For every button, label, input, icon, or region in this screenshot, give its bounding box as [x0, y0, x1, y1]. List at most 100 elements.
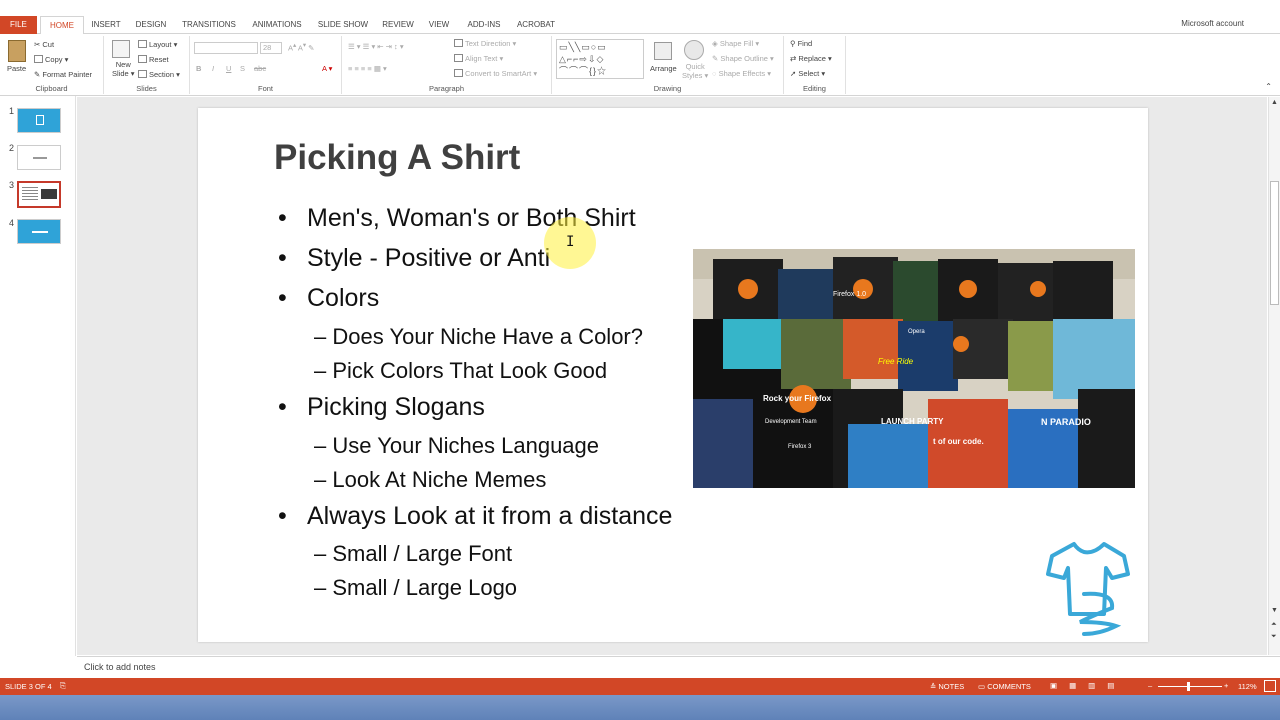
title-strip — [0, 0, 1280, 14]
format-painter-label: Format Painter — [42, 70, 92, 79]
spellcheck-icon[interactable]: ⎘ — [60, 681, 66, 691]
section-button[interactable]: Section ▾ — [138, 70, 180, 79]
layout-icon — [138, 40, 147, 48]
align-icons[interactable]: ≡ ≡ ≡ ≡ ▦ ▾ — [348, 64, 387, 73]
slide-thumbnail-pane: 1 2 3 4 — [0, 96, 76, 656]
font-name-box[interactable] — [194, 42, 258, 54]
sub-bullet-item[interactable]: – Look At Niche Memes — [314, 467, 546, 493]
thumb-photo — [41, 189, 57, 199]
grow-font-icon[interactable]: A▴ A▾ ✎ — [288, 42, 314, 53]
format-painter-button[interactable]: ✎ Format Painter — [34, 70, 92, 79]
zoom-in-icon[interactable]: + — [1224, 681, 1228, 690]
zoom-slider[interactable] — [1158, 686, 1222, 687]
scroll-down-icon[interactable]: ▼ — [1271, 607, 1278, 614]
arrange-button[interactable]: Arrange — [650, 64, 677, 73]
quick-styles-button[interactable]: Quick Styles ▾ — [682, 62, 708, 80]
view-buttons[interactable]: ▣▦▥▤ — [1050, 681, 1126, 690]
shape-outline-button[interactable]: ✎ Shape Outline ▾ — [712, 54, 774, 63]
strike-button[interactable]: S — [240, 64, 245, 73]
copy-icon — [34, 55, 43, 63]
zoom-out-icon[interactable]: – — [1148, 681, 1152, 690]
bullets-icon[interactable]: ☰ ▾ ☰ ▾ ⇤ ⇥ ↕ ▾ — [348, 42, 404, 51]
zoom-slider-thumb[interactable] — [1187, 682, 1190, 691]
reset-button[interactable]: Reset — [138, 55, 169, 64]
tab-design[interactable]: DESIGN — [130, 18, 172, 34]
thumb-number-1: 1 — [9, 106, 15, 116]
underline-button[interactable]: U — [226, 64, 231, 73]
photo-text: Rock your Firefox — [763, 394, 832, 403]
tab-slide-show[interactable]: SLIDE SHOW — [314, 18, 372, 34]
sub-bullet-item[interactable]: – Small / Large Logo — [314, 575, 517, 601]
prev-slide-icon[interactable]: ⏶ — [1271, 621, 1277, 629]
photo-text: t of our code. — [933, 437, 984, 446]
tab-acrobat[interactable]: ACROBAT — [512, 18, 560, 34]
windows-taskbar — [0, 695, 1280, 720]
sub-bullet-item[interactable]: – Use Your Niches Language — [314, 433, 599, 459]
slide-thumbnail-2[interactable] — [17, 145, 61, 170]
vertical-scrollbar[interactable]: ▲ ▼ ⏶ ⏷ — [1268, 97, 1280, 655]
slide-title[interactable]: Picking A Shirt — [274, 138, 520, 178]
select-button[interactable]: ➚ Select ▾ — [790, 69, 825, 78]
slide-thumbnail-3-selected[interactable] — [17, 181, 61, 208]
tshirt-logo-icon — [1046, 542, 1130, 636]
tab-file[interactable]: FILE — [0, 16, 37, 34]
paste-button[interactable]: Paste — [7, 64, 26, 73]
bold-button[interactable]: B — [196, 64, 201, 73]
text-direction-button[interactable]: Text Direction ▾ — [454, 39, 516, 48]
reset-label: Reset — [149, 55, 169, 64]
slides-group: New Slide ▾ Layout ▾ Reset Section ▾ Slid… — [104, 36, 190, 94]
sub-bullet-item[interactable]: – Small / Large Font — [314, 541, 512, 567]
ribbon: Paste ✂ Cut Copy ▾ ✎ Format Painter Clip… — [0, 34, 1280, 96]
sub-bullet-text: Does Your Niche Have a Color? — [332, 324, 643, 349]
sub-bullet-item[interactable]: – Does Your Niche Have a Color? — [314, 324, 643, 350]
find-button[interactable]: ⚲ Find — [790, 39, 812, 48]
tab-transitions[interactable]: TRANSITIONS — [178, 18, 240, 34]
scroll-up-icon[interactable]: ▲ — [1271, 99, 1278, 106]
tab-add-ins[interactable]: ADD-INS — [462, 18, 506, 34]
new-slide-label-2: Slide — [112, 69, 129, 78]
copy-button[interactable]: Copy ▾ — [34, 55, 68, 64]
tshirts-photo[interactable]: Firefox 1.0 Free Ride Rock your Firefox … — [693, 249, 1135, 488]
binoculars-icon: ⚲ — [790, 39, 796, 48]
sub-bullet-dash: – — [314, 467, 327, 492]
align-text-button[interactable]: Align Text ▾ — [454, 54, 503, 63]
account-menu[interactable]: Microsoft account — [1181, 19, 1244, 28]
new-slide-icon — [112, 40, 130, 58]
notes-pane[interactable]: Click to add notes — [77, 656, 1280, 678]
layout-label: Layout — [149, 40, 172, 49]
fit-slide-icon[interactable] — [1264, 680, 1276, 692]
collapse-ribbon-icon[interactable]: ⌃ — [1265, 82, 1272, 91]
sub-bullet-item[interactable]: – Pick Colors That Look Good — [314, 358, 607, 384]
tab-review[interactable]: REVIEW — [378, 18, 418, 34]
italic-button[interactable]: I — [212, 64, 214, 73]
next-slide-icon[interactable]: ⏷ — [1271, 633, 1277, 641]
scroll-thumb[interactable] — [1270, 181, 1279, 305]
cut-button[interactable]: ✂ Cut — [34, 40, 54, 49]
slide[interactable]: Picking A Shirt • Men's, Woman's or Both … — [198, 108, 1148, 642]
tab-view[interactable]: VIEW — [424, 18, 454, 34]
clipboard-group: Paste ✂ Cut Copy ▾ ✎ Format Painter Clip… — [0, 36, 104, 94]
comments-button[interactable]: ▭ COMMENTS — [978, 682, 1031, 691]
slide-thumbnail-1[interactable] — [17, 108, 61, 133]
layout-button[interactable]: Layout ▾ — [138, 40, 177, 49]
shapes-gallery[interactable]: ▭╲╲▭○▭ △⌐⌐⇨⇩◇ ⌒⌒⌒{}☆ — [556, 39, 644, 79]
convert-smartart-button[interactable]: Convert to SmartArt ▾ — [454, 69, 537, 78]
convert-smartart-label: Convert to SmartArt — [465, 69, 532, 78]
font-group: 28 A▴ A▾ ✎ B I U S abc A ▾ Font — [190, 36, 342, 94]
tab-home[interactable]: HOME — [40, 16, 84, 35]
tab-insert[interactable]: INSERT — [86, 18, 126, 34]
align-text-icon — [454, 54, 463, 62]
notes-button[interactable]: ≙ NOTES — [930, 682, 964, 691]
font-group-label: Font — [257, 84, 273, 93]
shape-fill-button[interactable]: ◈ Shape Fill ▾ — [712, 39, 759, 48]
font-size-box[interactable]: 28 — [260, 42, 282, 54]
shape-effects-button[interactable]: ◌ Shape Effects ▾ — [712, 69, 771, 78]
paragraph-group: ☰ ▾ ☰ ▾ ⇤ ⇥ ↕ ▾ ≡ ≡ ≡ ≡ ▦ ▾ Text Directi… — [342, 36, 552, 94]
zoom-level[interactable]: 112% — [1238, 682, 1257, 691]
replace-button[interactable]: ⇄ Replace ▾ — [790, 54, 832, 63]
tab-animations[interactable]: ANIMATIONS — [246, 18, 308, 34]
new-slide-button[interactable]: New Slide ▾ — [112, 60, 135, 78]
shadow-button[interactable]: abc — [254, 64, 266, 73]
slide-thumbnail-4[interactable] — [17, 219, 61, 244]
font-color-icon[interactable]: A ▾ — [322, 64, 332, 73]
